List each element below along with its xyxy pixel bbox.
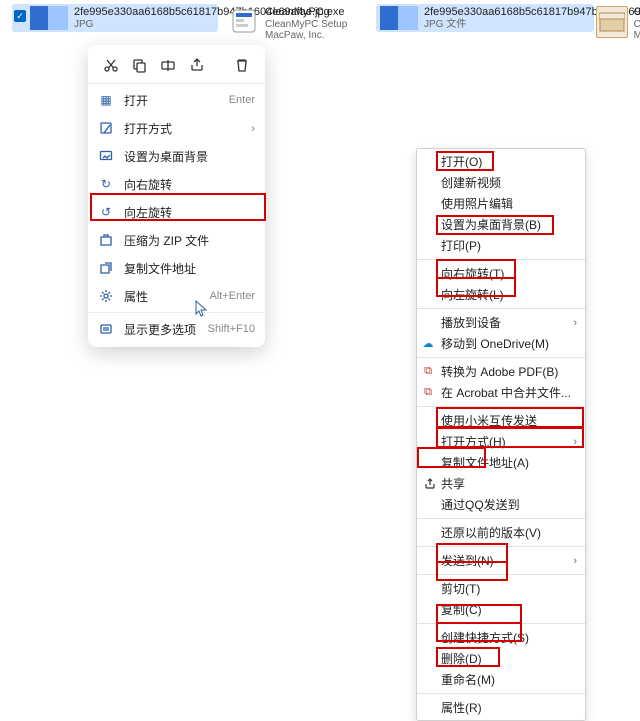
file-name: 2fe995e330aa6168b5c61817b947b1604e69afae… [74, 6, 224, 19]
menu-copy-path[interactable]: 复制文件地址(A) [417, 452, 585, 473]
menu-new-video[interactable]: 创建新视频 [417, 172, 585, 193]
file-item-partial[interactable]: CCM [592, 4, 640, 44]
menu-send-to[interactable]: 发送到(N)› [417, 550, 585, 571]
file-item-jpg1[interactable]: ✓ 2fe995e330aa6168b5c61817b947b1604e69af… [12, 4, 218, 32]
copy-icon[interactable] [129, 55, 149, 75]
onedrive-icon: ☁ [421, 337, 435, 351]
menu-print[interactable]: 打印(P) [417, 235, 585, 256]
copypath-icon [98, 260, 114, 276]
file-type: JPG [74, 19, 224, 31]
rename-icon[interactable] [158, 55, 178, 75]
share-icon[interactable] [187, 55, 207, 75]
menu-copy[interactable]: 复制(C) [417, 599, 585, 620]
chevron-right-icon: › [251, 121, 255, 135]
menu-onedrive[interactable]: ☁移动到 OneDrive(M) [417, 333, 585, 354]
file-name: C [634, 6, 640, 19]
open-icon: ▦ [98, 92, 114, 108]
file-name: CleanMyPC.exe [265, 6, 347, 19]
file-item-exe[interactable]: CleanMyPC.exeCleanMyPC SetupMacPaw, Inc. [225, 4, 383, 44]
menu-rotate-right[interactable]: 向右旋转(T) [417, 263, 585, 284]
menu-rotate-right[interactable]: ↻向右旋转 [88, 170, 265, 198]
menu-delete[interactable]: 删除(D) [417, 648, 585, 669]
rotate-left-icon: ↺ [98, 204, 114, 220]
acrobat-icon: ⧉ [421, 386, 435, 400]
file-line2: CleanMyPC Setup [265, 19, 347, 31]
cut-icon[interactable] [101, 55, 121, 75]
properties-icon [98, 288, 114, 304]
menu-open-with[interactable]: 打开方式(H)› [417, 431, 585, 452]
menu-properties[interactable]: 属性(R) [417, 697, 585, 718]
menu-rotate-left[interactable]: 向左旋转(L) [417, 284, 585, 305]
menu-rename[interactable]: 重命名(M) [417, 669, 585, 690]
menu-previous-versions[interactable]: 还原以前的版本(V) [417, 522, 585, 543]
menu-create-shortcut[interactable]: 创建快捷方式(S) [417, 627, 585, 648]
menu-play-to-device[interactable]: 播放到设备› [417, 312, 585, 333]
menu-xiaomi-send[interactable]: 使用小米互传发送 [417, 410, 585, 431]
menu-rotate-left[interactable]: ↺向左旋转 [88, 198, 265, 226]
menu-adobe-pdf[interactable]: ⧉转换为 Adobe PDF(B) [417, 361, 585, 382]
menu-acrobat-merge[interactable]: ⧉在 Acrobat 中合并文件... [417, 382, 585, 403]
context-menu-classic: 打开(O) 创建新视频 使用照片编辑 设置为桌面背景(B) 打印(P) 向右旋转… [416, 148, 586, 721]
box-icon [596, 6, 628, 38]
file-item-jpg2[interactable]: 2fe995e330aa6168b5c61817b947b1604e69afae… [376, 4, 594, 32]
rotate-right-icon: ↻ [98, 176, 114, 192]
delete-icon[interactable] [232, 55, 252, 75]
action-row [88, 51, 265, 81]
image-thumbnail [380, 6, 418, 30]
chevron-right-icon: › [573, 317, 577, 329]
menu-open-with[interactable]: 打开方式› [88, 114, 265, 142]
menu-edit-photo[interactable]: 使用照片编辑 [417, 193, 585, 214]
menu-set-background[interactable]: 设置为桌面背景 [88, 142, 265, 170]
menu-show-more[interactable]: 显示更多选项Shift+F10 [88, 315, 265, 343]
exe-icon [229, 6, 259, 36]
menu-set-background[interactable]: 设置为桌面背景(B) [417, 214, 585, 235]
file-line3: MacPaw, Inc. [265, 30, 347, 42]
background-icon [98, 148, 114, 164]
chevron-right-icon: › [573, 436, 577, 448]
menu-open[interactable]: ▦打开Enter [88, 86, 265, 114]
share-icon [423, 477, 437, 491]
pdf-icon: ⧉ [421, 365, 435, 379]
menu-compress-zip[interactable]: 压缩为 ZIP 文件 [88, 226, 265, 254]
menu-share[interactable]: 共享 [417, 473, 585, 494]
zip-icon [98, 232, 114, 248]
more-icon [98, 321, 114, 337]
file-type: JPG 文件 [424, 19, 574, 31]
menu-properties[interactable]: 属性Alt+Enter [88, 282, 265, 310]
chevron-right-icon: › [573, 555, 577, 567]
openwith-icon [98, 120, 114, 136]
menu-copy-path[interactable]: 复制文件地址 [88, 254, 265, 282]
context-menu-win11: ▦打开Enter 打开方式› 设置为桌面背景 ↻向右旋转 ↺向左旋转 压缩为 Z… [88, 45, 265, 347]
menu-open[interactable]: 打开(O) [417, 151, 585, 172]
menu-qq-send[interactable]: 通过QQ发送到 [417, 494, 585, 515]
file-name: 2fe995e330aa6168b5c61817b947b1604e69afae… [424, 6, 574, 19]
menu-cut[interactable]: 剪切(T) [417, 578, 585, 599]
image-thumbnail [30, 6, 68, 30]
checkbox-icon: ✓ [14, 10, 26, 22]
